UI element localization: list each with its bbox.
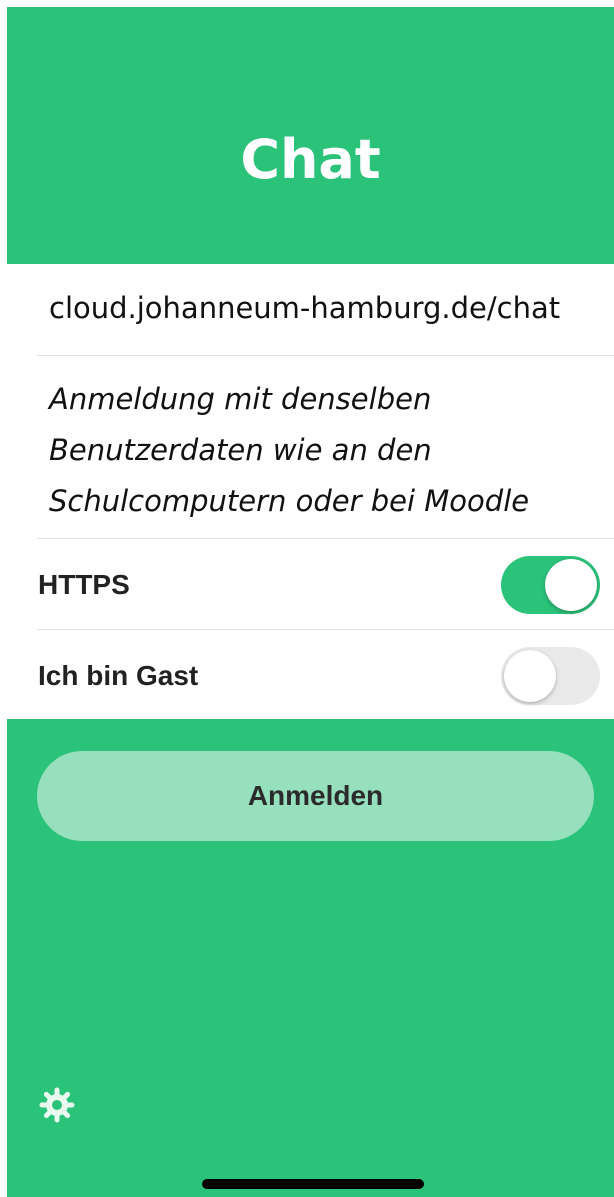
guest-row: Ich bin Gast — [7, 630, 614, 721]
home-indicator — [202, 1179, 424, 1189]
guest-label: Ich bin Gast — [38, 660, 199, 691]
login-button[interactable]: Anmelden — [37, 751, 594, 841]
page-title: Chat — [240, 128, 381, 191]
gear-icon[interactable] — [39, 1087, 75, 1123]
login-form: Anmeldung mit denselben Benutzerdaten wi… — [7, 264, 614, 719]
toggle-knob — [504, 650, 556, 702]
server-url-input[interactable] — [49, 286, 609, 330]
toggle-knob — [545, 559, 597, 611]
https-row: HTTPS — [7, 539, 614, 630]
gear-icon-graphic — [39, 1087, 75, 1123]
app-screen: Chat Anmeldung mit denselben Benutzerdat… — [7, 7, 614, 1197]
https-toggle[interactable] — [501, 556, 600, 614]
server-url-row — [7, 264, 614, 356]
login-hint-text: Anmeldung mit denselben Benutzerdaten wi… — [49, 382, 530, 518]
header: Chat — [7, 7, 614, 255]
login-hint-row: Anmeldung mit denselben Benutzerdaten wi… — [7, 356, 614, 539]
guest-toggle[interactable] — [501, 647, 600, 705]
https-label: HTTPS — [38, 569, 130, 600]
